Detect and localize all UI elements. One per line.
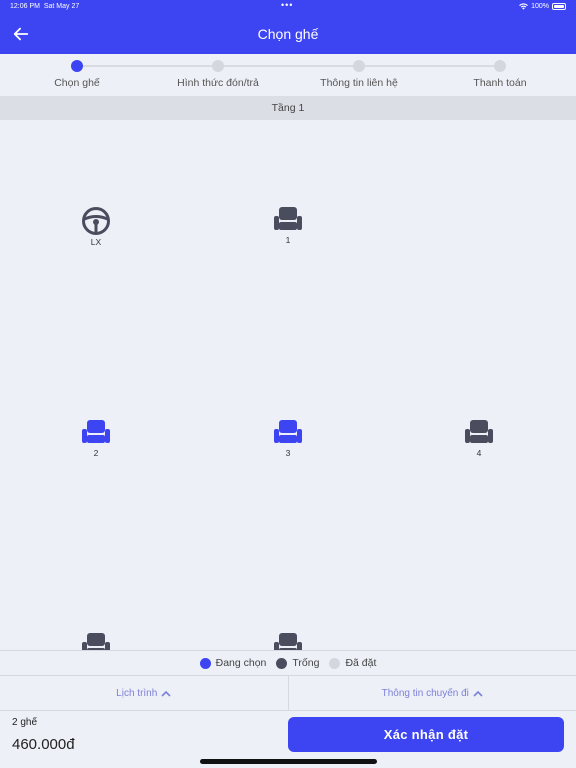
- booking-summary: 2 ghế 460.000đ: [12, 717, 75, 753]
- chevron-up-icon: [161, 690, 171, 697]
- status-time: 12:06 PM Sat May 27: [10, 3, 80, 10]
- seat-icon: [274, 633, 302, 650]
- steering-wheel-icon: [82, 207, 110, 235]
- step-dot-3: [353, 60, 365, 72]
- info-row: Lịch trình Thông tin chuyến đi: [0, 675, 576, 711]
- step-dot-2: [212, 60, 224, 72]
- battery-icon: [552, 3, 566, 10]
- legend-selected-dot: [199, 657, 211, 669]
- bottom-panel: Đang chọn Trống Đã đặt Lịch trình Thông …: [0, 650, 576, 768]
- seat-4[interactable]: 4: [459, 419, 499, 467]
- legend-empty-label: Trống: [292, 657, 320, 669]
- seat-partial-6[interactable]: [268, 632, 308, 650]
- step-dot-4: [494, 60, 506, 72]
- seat-1[interactable]: 1: [268, 206, 308, 254]
- legend-selected-label: Đang chọn: [215, 657, 267, 669]
- seat-icon: [82, 633, 110, 650]
- legend-empty-dot: [276, 657, 288, 669]
- home-indicator: [200, 759, 377, 764]
- page-title: Chọn ghế: [257, 26, 319, 42]
- step-label-4: Thanh toán: [473, 77, 527, 89]
- seat-3[interactable]: 3: [268, 419, 308, 467]
- legend-selected: Đang chọn: [199, 657, 267, 669]
- step-label-3: Thông tin liên hệ: [320, 77, 398, 89]
- battery-percent: 100%: [531, 3, 549, 10]
- driver-seat-label: LX: [90, 237, 102, 247]
- step-label-2: Hình thức đón/trả: [177, 77, 259, 89]
- trip-info-label: Thông tin chuyến đi: [381, 687, 469, 699]
- seat-4-label: 4: [476, 448, 482, 458]
- step-dot-1: [71, 60, 83, 72]
- seat-partial-5[interactable]: [76, 632, 116, 650]
- seat-3-label: 3: [285, 448, 291, 458]
- legend-booked-dot: [329, 657, 341, 669]
- legend-booked-label: Đã đặt: [345, 657, 377, 669]
- seat-legend: Đang chọn Trống Đã đặt: [0, 651, 576, 675]
- multitasking-dots-icon: •••: [281, 0, 294, 10]
- wifi-icon: [519, 3, 528, 10]
- chevron-up-icon: [473, 690, 483, 697]
- step-label-1: Chọn ghế: [54, 77, 100, 89]
- seat-count: 2 ghế: [12, 717, 38, 728]
- floor-label: Tầng 1: [0, 96, 576, 120]
- seat-map: LX 1 2 3 4: [0, 120, 576, 650]
- seat-icon: [82, 420, 110, 443]
- booking-stepper: Chọn ghế Hình thức đón/trả Thông tin liê…: [0, 54, 576, 96]
- seat-2[interactable]: 2: [76, 419, 116, 467]
- seat-icon: [274, 207, 302, 230]
- total-price: 460.000đ: [12, 736, 75, 753]
- seat-2-label: 2: [93, 448, 99, 458]
- status-bar: 12:06 PM Sat May 27 ••• 100%: [0, 0, 576, 14]
- confirm-booking-button[interactable]: Xác nhận đặt: [288, 717, 564, 752]
- seat-1-label: 1: [285, 235, 291, 245]
- legend-booked: Đã đặt: [329, 657, 376, 669]
- seat-icon: [274, 420, 302, 443]
- stepper-line: [77, 65, 500, 67]
- legend-empty: Trống: [276, 657, 319, 669]
- seat-icon: [465, 420, 493, 443]
- trip-info-button[interactable]: Thông tin chuyến đi: [287, 676, 576, 710]
- schedule-button[interactable]: Lịch trình: [0, 676, 288, 710]
- header: Chọn ghế: [0, 14, 576, 54]
- driver-seat: LX: [76, 206, 116, 254]
- schedule-label: Lịch trình: [116, 687, 158, 699]
- status-right: 100%: [519, 3, 566, 10]
